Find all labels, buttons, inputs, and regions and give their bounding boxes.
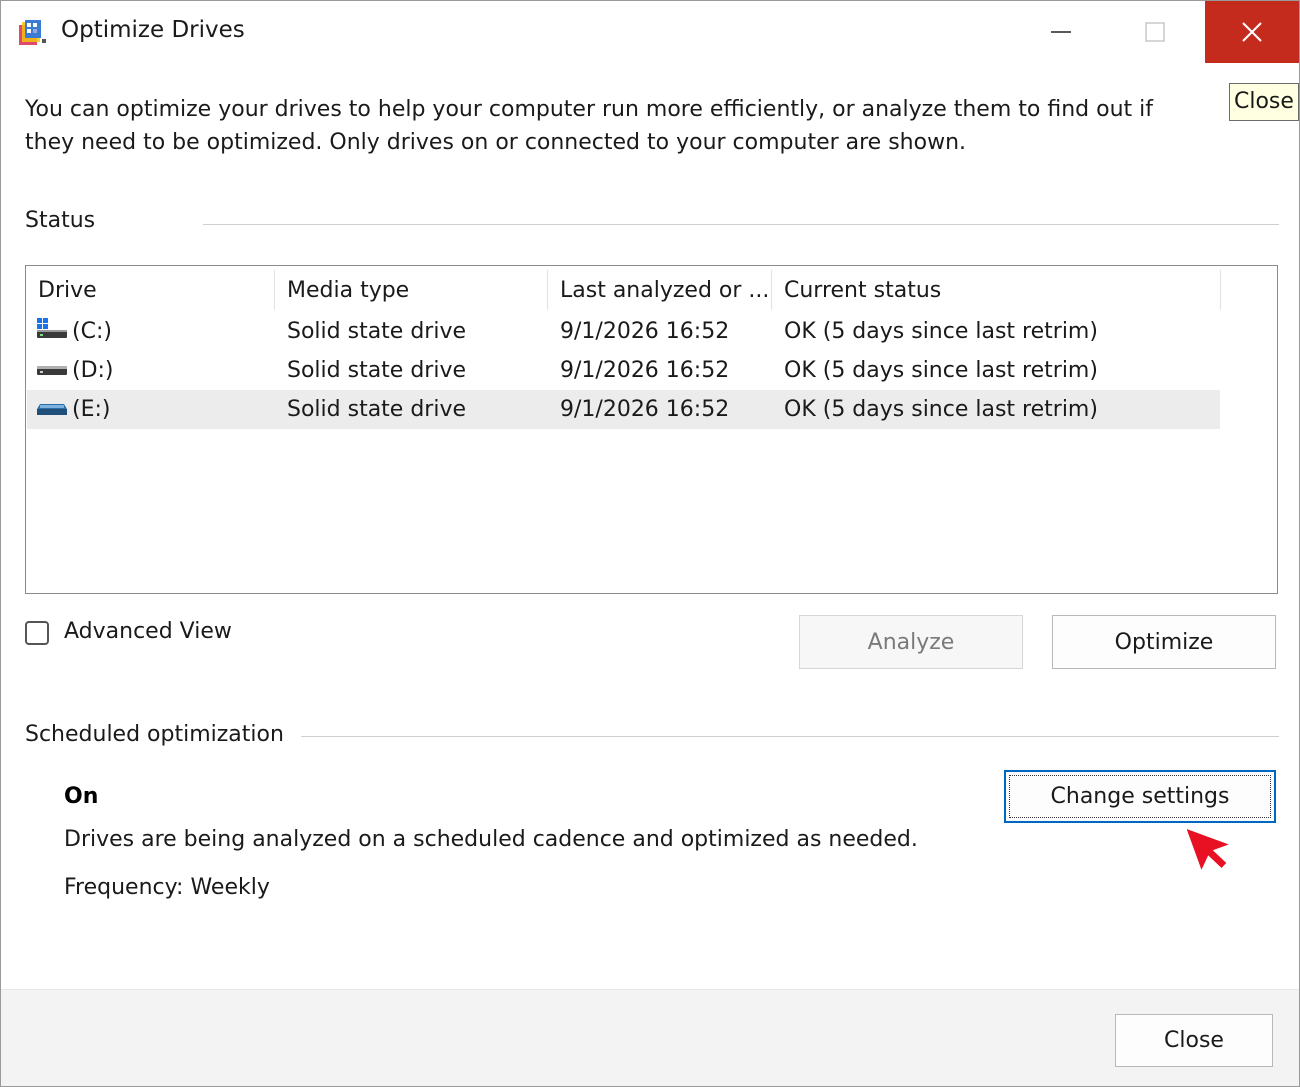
schedule-state: On [64, 784, 99, 809]
drive-row-c[interactable]: (C:) Solid state drive 9/1/2026 16:52 OK… [27, 312, 1220, 351]
current-status: OK (5 days since last retrim) [784, 319, 1098, 344]
close-tooltip: Close [1229, 83, 1299, 121]
drives-list[interactable]: Drive Media type Last analyzed or ... Cu… [25, 265, 1278, 594]
last-analyzed: 9/1/2026 16:52 [560, 358, 730, 383]
advanced-view-checkbox[interactable] [25, 621, 49, 645]
mouse-cursor-icon [1187, 825, 1235, 875]
drive-letter: (E:) [72, 397, 111, 422]
schedule-description: Drives are being analyzed on a scheduled… [64, 827, 918, 852]
column-header-last-analyzed[interactable]: Last analyzed or ... [548, 266, 771, 314]
maximize-icon [1145, 22, 1165, 42]
close-button[interactable]: Close [1115, 1014, 1273, 1067]
drive-row-d[interactable]: (D:) Solid state drive 9/1/2026 16:52 OK… [27, 351, 1220, 390]
title-bar[interactable]: Optimize Drives [1, 1, 1299, 63]
removable-drive-icon [37, 404, 67, 415]
media-type: Solid state drive [287, 358, 467, 383]
window-title: Optimize Drives [61, 17, 245, 43]
status-section-label: Status [25, 208, 96, 233]
column-divider[interactable] [1220, 270, 1221, 310]
media-type: Solid state drive [287, 319, 467, 344]
drive-letter: (D:) [72, 358, 114, 383]
status-separator [203, 224, 1279, 225]
footer-bar [1, 989, 1299, 1086]
column-header-drive[interactable]: Drive [26, 266, 274, 314]
scheduled-section-label: Scheduled optimization [25, 722, 284, 747]
optimize-button[interactable]: Optimize [1052, 615, 1276, 669]
drive-icon [37, 366, 67, 375]
current-status: OK (5 days since last retrim) [784, 397, 1098, 422]
last-analyzed: 9/1/2026 16:52 [560, 397, 730, 422]
system-drive-icon [37, 318, 67, 338]
change-settings-button[interactable]: Change settings [1004, 770, 1276, 823]
optimize-drives-window: Optimize Drives Close You can optimize y… [0, 0, 1300, 1087]
defrag-app-icon [19, 20, 46, 45]
scheduled-separator [301, 736, 1279, 737]
maximize-button[interactable] [1109, 1, 1201, 63]
media-type: Solid state drive [287, 397, 467, 422]
advanced-view-label[interactable]: Advanced View [64, 619, 232, 644]
drive-row-e[interactable]: (E:) Solid state drive 9/1/2026 16:52 OK… [27, 390, 1220, 429]
title-close-button[interactable] [1205, 1, 1299, 63]
minimize-button[interactable] [1015, 1, 1107, 63]
description-text: You can optimize your drives to help you… [25, 97, 1153, 155]
last-analyzed: 9/1/2026 16:52 [560, 319, 730, 344]
column-header-current-status[interactable]: Current status [772, 266, 1220, 314]
drive-letter: (C:) [72, 319, 112, 344]
analyze-button[interactable]: Analyze [799, 615, 1023, 669]
close-icon [1242, 22, 1262, 42]
current-status: OK (5 days since last retrim) [784, 358, 1098, 383]
column-header-media-type[interactable]: Media type [275, 266, 547, 314]
schedule-frequency: Frequency: Weekly [64, 875, 270, 900]
minimize-icon [1051, 31, 1071, 33]
